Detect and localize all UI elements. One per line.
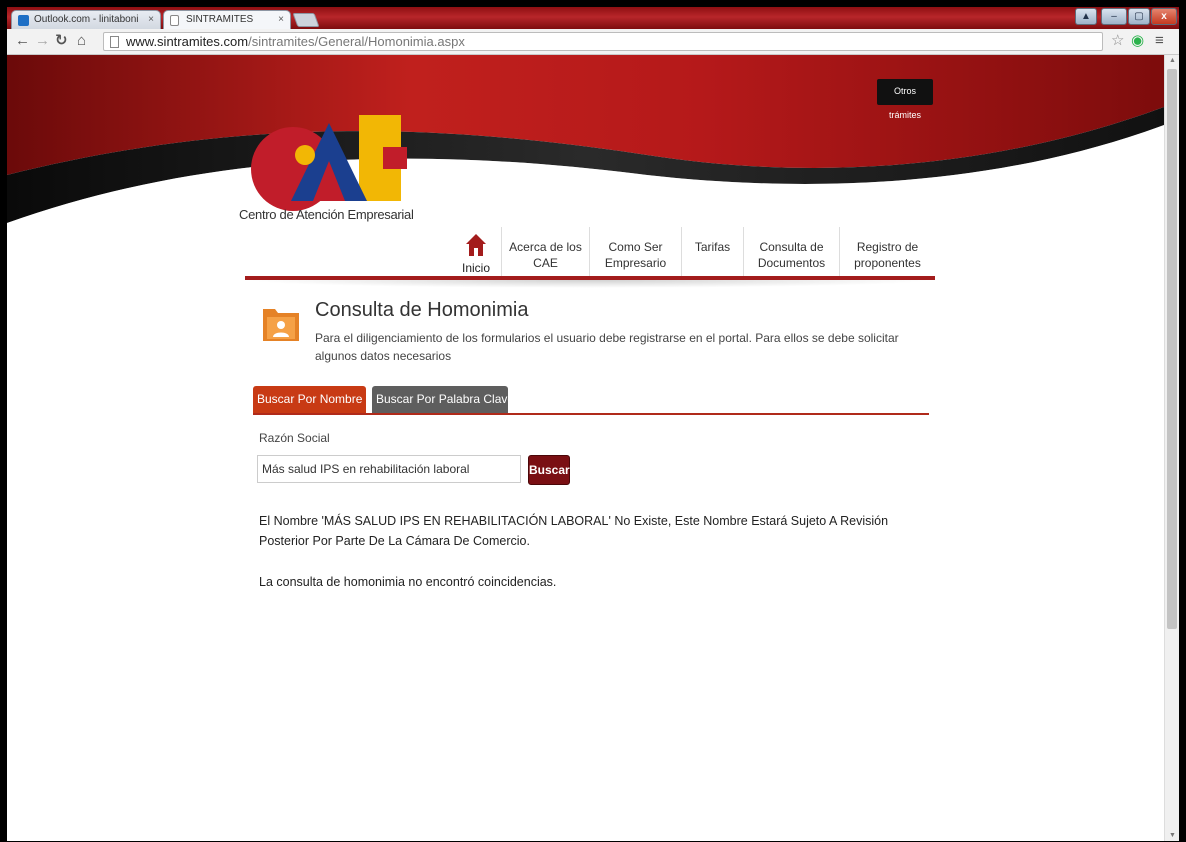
tab-strip: Outlook.com - linitaboni × SINTRAMITES ×… <box>7 7 1179 29</box>
forward-icon[interactable]: → <box>35 33 50 49</box>
nav-item-proponentes[interactable]: Registro de proponentes <box>839 227 935 277</box>
page-content: Otros trámites Centro de Atención Empres… <box>7 55 1164 841</box>
close-tab-icon[interactable]: × <box>278 14 284 25</box>
nav-item-acerca[interactable]: Acerca de los CAE <box>501 227 589 277</box>
reload-icon[interactable]: ↻ <box>55 33 68 49</box>
folder-user-icon <box>263 309 299 341</box>
bookmark-star-icon[interactable]: ☆ <box>1111 33 1124 49</box>
result-message: El Nombre 'MÁS SALUD IPS EN REHABILITACI… <box>259 514 889 548</box>
nav-home-label: Inicio <box>461 261 490 275</box>
other-procedures-button[interactable]: Otros trámites <box>877 79 933 120</box>
scrollbar-thumb[interactable] <box>1167 69 1177 629</box>
maximize-button[interactable]: ▢ <box>1128 8 1150 25</box>
nav-item-empresario[interactable]: Como Ser Empresario <box>589 227 681 277</box>
razon-social-input[interactable]: Más salud IPS en rehabilitación laboral <box>257 455 521 483</box>
browser-tab-outlook[interactable]: Outlook.com - linitaboni × <box>11 10 161 29</box>
browser-tab-label: Outlook.com - linitaboni <box>34 14 139 25</box>
nav-item-documentos[interactable]: Consulta de Documentos <box>743 227 839 277</box>
nav-shadow <box>245 280 935 288</box>
logo-text: Centro de Atención Empresarial <box>239 207 414 222</box>
cae-logo <box>251 115 407 211</box>
outlook-icon <box>18 15 29 26</box>
tab-buscar-palabra-clave[interactable]: Buscar Por Palabra Clave <box>372 386 514 413</box>
nav-home[interactable]: Inicio <box>451 233 501 277</box>
back-icon[interactable]: ← <box>15 33 30 49</box>
browser-window: Outlook.com - linitaboni × SINTRAMITES ×… <box>7 7 1179 841</box>
address-host: www.sintramites.com <box>126 34 249 49</box>
browser-tab-label: SINTRAMITES <box>186 14 254 25</box>
page-icon <box>170 15 179 26</box>
razon-social-label: Razón Social <box>259 431 330 445</box>
tab-buscar-nombre[interactable]: Buscar Por Nombre <box>253 386 366 413</box>
profile-icon[interactable]: ▲ <box>1075 8 1097 25</box>
page-subtitle: Para el diligenciamiento de los formular… <box>315 331 899 363</box>
address-path: /sintramites/General/Homonimia.aspx <box>248 34 465 49</box>
page-icon <box>110 36 119 48</box>
tabs-divider <box>253 413 929 415</box>
scroll-down-icon[interactable]: ▼ <box>1169 832 1176 839</box>
minimize-button[interactable]: – <box>1101 8 1127 25</box>
close-window-button[interactable]: x <box>1151 8 1177 25</box>
new-tab-button[interactable] <box>292 13 320 27</box>
page-scrollbar[interactable]: ▲ ▼ <box>1164 55 1179 841</box>
page-title: Consulta de Homonimia <box>315 299 529 321</box>
scroll-up-icon[interactable]: ▲ <box>1169 57 1176 64</box>
nav-item-tarifas[interactable]: Tarifas <box>681 227 743 277</box>
extension-icon[interactable]: ◉ <box>1131 33 1144 49</box>
house-icon <box>466 234 486 256</box>
home-icon[interactable]: ⌂ <box>77 33 86 49</box>
browser-toolbar: ← → ↻ ⌂ www.sintramites.com/sintramites/… <box>7 29 1179 55</box>
address-bar[interactable]: www.sintramites.com/sintramites/General/… <box>103 32 1103 51</box>
browser-tab-sintramites[interactable]: SINTRAMITES × <box>163 10 291 29</box>
no-match-message: La consulta de homonimia no encontró coi… <box>259 575 557 589</box>
search-button[interactable]: Buscar <box>528 455 570 485</box>
menu-icon[interactable]: ≡ <box>1155 33 1164 49</box>
close-tab-icon[interactable]: × <box>148 14 154 25</box>
